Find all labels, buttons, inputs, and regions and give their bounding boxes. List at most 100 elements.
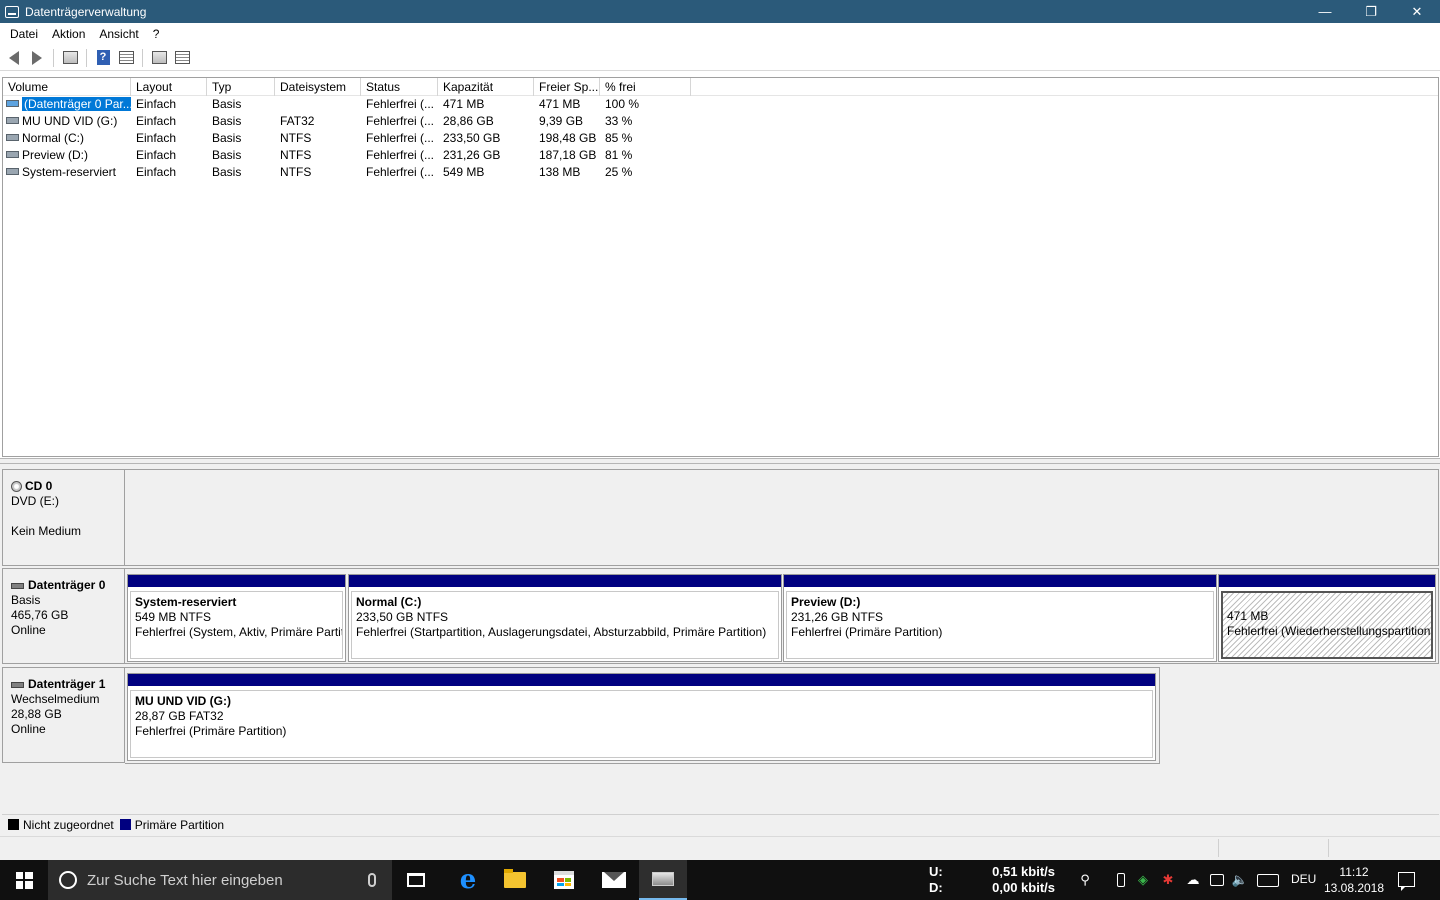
column-header-prozent-frei[interactable]: % frei [600,78,691,96]
menu-aktion[interactable]: Aktion [45,27,92,41]
restore-button[interactable]: ❐ [1348,0,1394,23]
tray-defender[interactable]: ◈ [1134,860,1152,900]
cell-layout: Einfach [136,97,177,111]
partition-content: System-reserviert 549 MB NTFS Fehlerfrei… [130,591,343,659]
partition-normal-c[interactable]: Normal (C:) 233,50 GB NTFS Fehlerfrei (S… [348,574,782,662]
people-button[interactable]: ⚲ [1074,860,1096,900]
column-header-freier-speicher[interactable]: Freier Sp... [534,78,600,96]
usb-drive-icon [1117,873,1125,887]
disk-label-disk1[interactable]: Datenträger 1 Wechselmedium 28,88 GB Onl… [2,667,125,763]
disk-management-icon [652,872,674,886]
table-row[interactable]: Normal (C:) Einfach Basis NTFS Fehlerfre… [3,130,1438,147]
cell-kapazitaet: 471 MB [443,97,485,111]
disk-area-disk0: System-reserviert 549 MB NTFS Fehlerfrei… [125,568,1439,664]
taskbar-file-explorer[interactable] [491,860,539,900]
column-header-layout[interactable]: Layout [131,78,207,96]
legend-label: Nicht zugeordnet [23,817,114,832]
taskbar-edge[interactable]: e [444,860,492,900]
cell-status: Fehlerfrei (... [366,97,435,111]
table-row[interactable]: System-reserviert Einfach Basis NTFS Feh… [3,164,1438,181]
speaker-icon: 🔈 [1231,872,1249,887]
notification-center-button[interactable] [1398,872,1415,891]
disk-size: 465,76 GB [11,608,69,622]
search-placeholder: Zur Suche Text hier eingeben [87,871,283,889]
cell-volume: (Datenträger 0 Par... [3,96,131,113]
disk-type: Wechselmedium [11,692,100,706]
tray-app[interactable]: ✱ [1158,860,1178,900]
connect-disk-button[interactable] [149,48,169,68]
back-arrow-icon [9,50,19,65]
cell-freier-speicher: 198,48 GB [539,131,597,145]
partition-preview-d[interactable]: Preview (D:) 231,26 GB NTFS Fehlerfrei (… [783,574,1217,662]
taskbar-clock[interactable]: 11:12 13.08.2018 [1322,864,1386,896]
cell-status: Fehlerfrei (... [366,114,435,128]
legend-unallocated: Nicht zugeordnet [8,818,114,832]
show-hide-console-tree-button[interactable] [60,48,80,68]
cell-volume: Normal (C:) [3,130,131,147]
column-header-typ[interactable]: Typ [207,78,275,96]
menu-help[interactable]: ? [146,27,167,41]
taskbar-store[interactable] [540,860,588,900]
properties-button[interactable] [116,48,136,68]
disk-label-cd0[interactable]: CD 0 DVD (E:) Kein Medium [2,469,125,566]
tray-network[interactable] [1207,860,1227,900]
volume-list: Volume Layout Typ Dateisystem Status Kap… [2,77,1439,457]
disk-state: Online [11,722,46,736]
minimize-button[interactable]: — [1302,0,1348,23]
menu-ansicht[interactable]: Ansicht [92,27,145,41]
keyboard-icon [1257,873,1279,887]
partition-size: 471 MB [1227,609,1269,623]
table-row[interactable]: MU UND VID (G:) Einfach Basis FAT32 Fehl… [3,113,1438,130]
disk-label-disk0[interactable]: Datenträger 0 Basis 465,76 GB Online [2,568,125,664]
forward-button[interactable] [27,48,47,68]
column-header-kapazitaet[interactable]: Kapazität [438,78,534,96]
disk-name-line: Datenträger 1 [11,677,124,692]
partition-content: Normal (C:) 233,50 GB NTFS Fehlerfrei (S… [351,591,779,659]
disk-graphical-view: CD 0 DVD (E:) Kein Medium Datenträger 0 … [0,464,1440,836]
column-header-dateisystem[interactable]: Dateisystem [275,78,361,96]
taskbar-disk-management[interactable] [639,860,687,900]
menu-bar: Datei Aktion Ansicht ? [0,23,1440,45]
cell-kapazitaet: 231,26 GB [443,148,501,162]
partition-content: Preview (D:) 231,26 GB NTFS Fehlerfrei (… [786,591,1214,659]
close-button[interactable]: ✕ [1394,0,1440,23]
partition-recovery[interactable]: 471 MB Fehlerfrei (Wiederherstellungspar… [1218,574,1436,662]
tray-usb[interactable] [1112,860,1130,900]
disk-name: Datenträger 0 [28,578,106,592]
column-header-status[interactable]: Status [361,78,438,96]
tray-onedrive[interactable]: ☁ [1182,860,1204,900]
cell-prozent-frei: 85 % [605,131,633,145]
back-button[interactable] [4,48,24,68]
tray-volume[interactable]: 🔈 [1230,860,1250,900]
partition-status: Fehlerfrei (Startpartition, Auslagerungs… [356,625,767,639]
disk-connect-icon [151,51,167,64]
partition-system-reserved[interactable]: System-reserviert 549 MB NTFS Fehlerfrei… [127,574,346,662]
legend-swatch [8,819,19,830]
menu-datei[interactable]: Datei [3,27,45,41]
window-title: Datenträgerverwaltung [25,4,147,19]
help-button[interactable]: ? [93,48,113,68]
console-tree-icon [62,51,78,64]
partition-name: System-reserviert [135,595,237,609]
cell-freier-speicher: 138 MB [539,165,581,179]
task-view-button[interactable] [392,860,440,900]
volume-icon [6,134,19,142]
taskbar-search-box[interactable]: Zur Suche Text hier eingeben [48,860,392,900]
volume-icon [6,117,19,125]
partition-mu-und-vid-g[interactable]: MU UND VID (G:) 28,87 GB FAT32 Fehlerfre… [127,673,1156,761]
disk-name: Datenträger 1 [28,677,106,691]
microphone-icon[interactable] [368,873,376,887]
cell-layout: Einfach [136,131,177,145]
cell-kapazitaet: 233,50 GB [443,131,501,145]
table-row[interactable]: Preview (D:) Einfach Basis NTFS Fehlerfr… [3,147,1438,164]
taskbar-mail[interactable] [590,860,638,900]
partition-bar [128,674,1155,686]
column-header-volume[interactable]: Volume [3,78,131,96]
checklist-button[interactable] [172,48,192,68]
disk-drive-letter: DVD (E:) [11,494,59,508]
start-button[interactable] [0,860,48,900]
toolbar-separator [53,48,54,67]
input-language[interactable]: DEU [1291,872,1316,886]
tray-keyboard[interactable] [1255,860,1281,900]
table-row[interactable]: (Datenträger 0 Par... Einfach Basis Fehl… [3,96,1438,113]
